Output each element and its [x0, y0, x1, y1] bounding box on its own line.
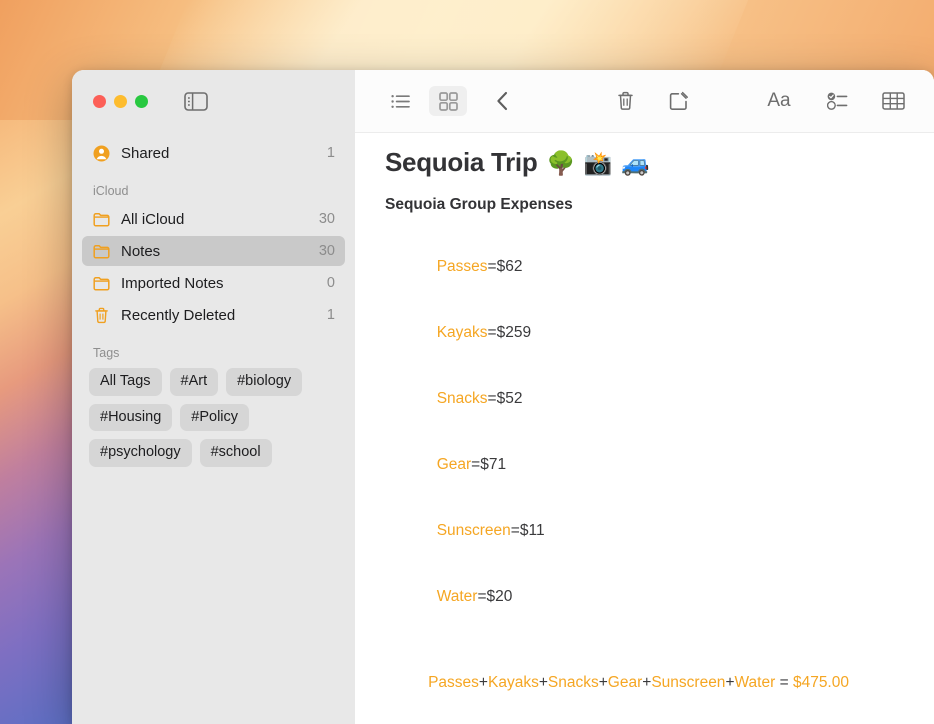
tag-policy[interactable]: #Policy — [180, 403, 250, 431]
compose-note-button[interactable] — [660, 86, 698, 116]
traffic-light-buttons — [93, 95, 148, 108]
plus-operator: + — [538, 674, 548, 691]
tree-emoji: 🌳 — [546, 150, 575, 176]
tag-housing[interactable]: #Housing — [89, 403, 173, 431]
expense-row: Gear=$71 — [385, 432, 908, 498]
trash-icon — [92, 306, 111, 325]
total-term: Water — [734, 674, 776, 691]
sidebar-item-notes[interactable]: Notes 30 — [82, 236, 345, 266]
sidebar-item-label: Recently Deleted — [121, 306, 236, 324]
gallery-view-button[interactable] — [429, 86, 467, 116]
tag-all-tags[interactable]: All Tags — [89, 368, 162, 396]
sidebar-section-tags: Tags — [93, 346, 120, 360]
car-emoji: 🚙 — [621, 150, 650, 176]
note-body[interactable]: Sequoia Trip 🌳 📸 🚙 Sequoia Group Expense… — [355, 133, 934, 724]
tag-psychology[interactable]: #psychology — [89, 439, 192, 467]
total-term: Snacks — [547, 674, 599, 691]
sidebar: Shared 1 iCloud All iCloud 30 Notes 30 I… — [72, 70, 355, 724]
camera-emoji: 📸 — [583, 150, 613, 176]
window-titlebar — [72, 70, 355, 133]
expense-operator: = — [487, 324, 497, 341]
folder-icon — [92, 274, 111, 293]
note-subtitle: Sequoia Group Expenses — [385, 196, 573, 213]
expense-value: $259 — [496, 324, 532, 341]
tag-art[interactable]: #Art — [169, 368, 219, 396]
notes-app-window: Shared 1 iCloud All iCloud 30 Notes 30 I… — [72, 70, 934, 724]
note-title-text: Sequoia Trip — [385, 147, 538, 177]
table-button[interactable] — [874, 86, 912, 116]
note-content-pane: Aa Sequoia Trip 🌳 📸 🚙 Sequoia Group Expe… — [355, 70, 934, 724]
expense-operator: = — [477, 588, 487, 605]
expense-row: Snacks=$52 — [385, 366, 908, 432]
expense-list: Passes=$62 Kayaks=$259 Snacks=$52 Gear=$… — [385, 234, 908, 630]
sidebar-item-label: Shared — [121, 144, 170, 162]
sidebar-item-count: 1 — [326, 145, 335, 161]
expense-value: $52 — [496, 390, 523, 407]
sidebar-item-label: Imported Notes — [121, 274, 224, 292]
total-term: Sunscreen — [651, 674, 726, 691]
sidebar-section-icloud: iCloud — [93, 184, 129, 198]
maximize-button[interactable] — [135, 95, 148, 108]
sidebar-item-recently-deleted[interactable]: Recently Deleted 1 — [82, 300, 345, 330]
shared-person-icon — [92, 144, 111, 163]
sidebar-item-imported-notes[interactable]: Imported Notes 0 — [82, 268, 345, 298]
minimize-button[interactable] — [114, 95, 127, 108]
expense-value: $20 — [486, 588, 513, 605]
folder-icon — [92, 242, 111, 261]
close-button[interactable] — [93, 95, 106, 108]
plus-operator: + — [478, 674, 488, 691]
sidebar-item-count: 30 — [318, 243, 335, 259]
expense-operator: = — [487, 258, 497, 275]
sidebar-item-shared[interactable]: Shared 1 — [82, 138, 345, 168]
sidebar-icloud-group: All iCloud 30 Notes 30 Imported Notes 0 … — [72, 204, 355, 330]
sidebar-item-count: 0 — [326, 275, 335, 291]
sidebar-toggle-icon[interactable] — [184, 92, 208, 111]
tag-school[interactable]: #school — [199, 439, 272, 467]
back-button[interactable] — [483, 86, 521, 116]
expense-value: $11 — [519, 522, 545, 539]
sidebar-item-label: Notes — [121, 242, 161, 260]
equals-sign: = — [779, 674, 789, 691]
note-title: Sequoia Trip 🌳 📸 🚙 — [385, 147, 908, 178]
total-term: Gear — [607, 674, 643, 691]
plus-operator: + — [598, 674, 608, 691]
checklist-button[interactable] — [818, 86, 856, 116]
expense-operator: = — [487, 390, 497, 407]
tag-list: All Tags #Art #biology #Housing #Policy … — [72, 366, 355, 467]
sidebar-item-count: 1 — [326, 307, 335, 323]
expense-operator: = — [510, 522, 520, 539]
note-inner: Sequoia Trip 🌳 📸 🚙 Sequoia Group Expense… — [355, 147, 934, 724]
sidebar-item-all-icloud[interactable]: All iCloud 30 — [82, 204, 345, 234]
expense-operator: = — [471, 456, 481, 473]
sidebar-item-count: 30 — [318, 211, 335, 227]
tag-biology[interactable]: #biology — [226, 368, 303, 396]
expense-value: $71 — [480, 456, 507, 473]
total-result: $475.00 — [792, 674, 849, 691]
format-button[interactable]: Aa — [762, 86, 796, 116]
plus-operator: + — [725, 674, 735, 691]
format-aa-icon: Aa — [767, 90, 791, 111]
expense-row: Water=$20 — [385, 564, 908, 630]
list-view-button[interactable] — [381, 86, 419, 116]
expense-name: Sunscreen — [436, 522, 511, 539]
expense-row: Kayaks=$259 — [385, 300, 908, 366]
expense-name: Water — [436, 588, 478, 605]
expense-name: Passes — [436, 258, 488, 275]
expense-name: Snacks — [436, 390, 488, 407]
expense-row: Passes=$62 — [385, 234, 908, 300]
total-expression-line: Passes+Kayaks+Snacks+Gear+Sunscreen+Wate… — [385, 650, 908, 716]
total-term: Passes — [428, 674, 479, 691]
expense-name: Kayaks — [436, 324, 488, 341]
folder-icon — [92, 210, 111, 229]
plus-operator: + — [642, 674, 652, 691]
expense-row: Sunscreen=$11 — [385, 498, 908, 564]
delete-note-button[interactable] — [606, 86, 644, 116]
expense-value: $62 — [496, 258, 523, 275]
sidebar-item-label: All iCloud — [121, 210, 185, 228]
total-term: Kayaks — [487, 674, 539, 691]
expense-name: Gear — [436, 456, 472, 473]
note-toolbar: Aa — [355, 70, 934, 133]
